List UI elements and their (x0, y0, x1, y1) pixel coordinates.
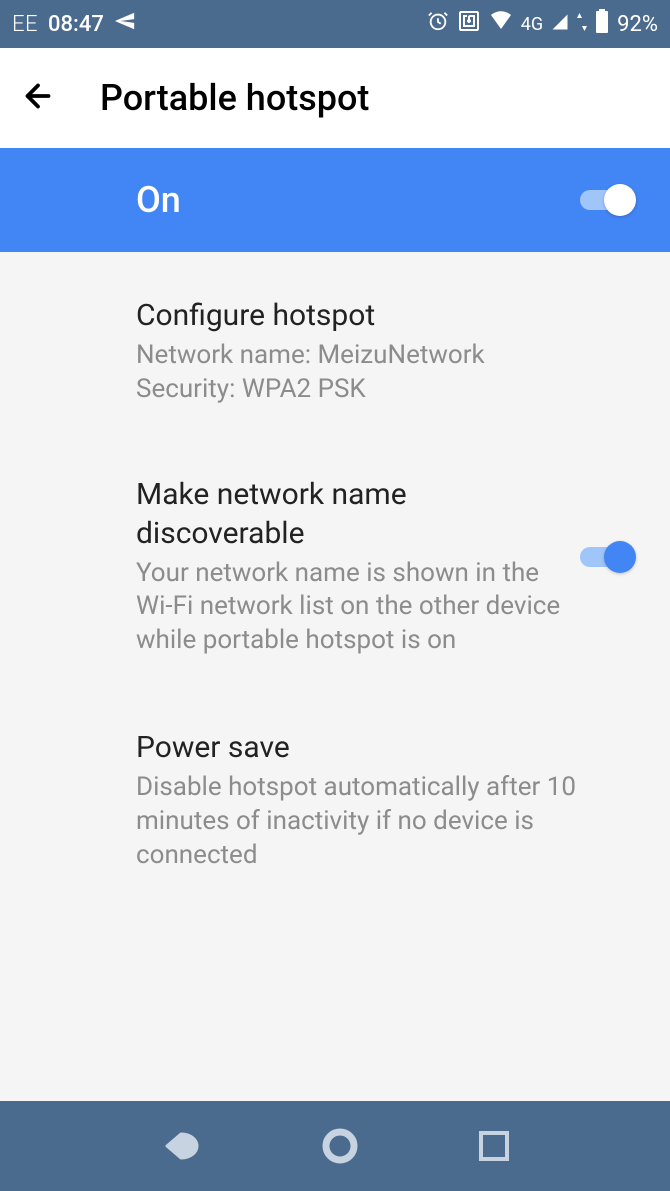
configure-hotspot-security: Security: WPA2 PSK (136, 373, 622, 407)
discoverable-item[interactable]: Make network name discoverable Your netw… (0, 419, 670, 666)
configure-hotspot-title: Configure hotspot (136, 296, 622, 335)
configure-hotspot-item[interactable]: Configure hotspot Network name: MeizuNet… (0, 260, 670, 419)
send-icon (114, 10, 136, 38)
network-label: 4G (521, 14, 543, 35)
signal-icon (551, 12, 569, 37)
nav-recent-button[interactable] (479, 1131, 509, 1161)
hotspot-master-toggle-row[interactable]: On (0, 148, 670, 252)
status-left: EE 08:47 (12, 10, 136, 38)
carrier-label: EE (12, 12, 38, 37)
hotspot-state-label: On (136, 179, 181, 221)
nav-home-button[interactable] (322, 1128, 358, 1164)
status-right: 4G 92% (427, 9, 658, 39)
power-save-item[interactable]: Power save Disable hotspot automatically… (0, 666, 670, 884)
navigation-bar (0, 1101, 670, 1191)
battery-percent: 92% (617, 12, 658, 37)
nav-back-button[interactable] (161, 1130, 201, 1162)
data-icon (577, 12, 587, 37)
page-title: Portable hotspot (100, 77, 369, 119)
alarm-icon (427, 10, 449, 38)
configure-hotspot-network-name: Network name: MeizuNetwork (136, 339, 622, 373)
clock-time: 08:47 (48, 12, 104, 37)
wifi-icon (489, 9, 513, 39)
discoverable-subtitle: Your network name is shown in the Wi-Fi … (136, 557, 564, 658)
discoverable-switch[interactable] (578, 539, 636, 575)
discoverable-title: Make network name discoverable (136, 475, 564, 553)
nfc-icon (457, 9, 481, 39)
settings-list: Configure hotspot Network name: MeizuNet… (0, 252, 670, 884)
power-save-subtitle: Disable hotspot automatically after 10 m… (136, 771, 622, 872)
hotspot-master-switch[interactable] (578, 182, 636, 218)
back-button[interactable] (20, 78, 56, 118)
battery-icon (595, 9, 609, 39)
power-save-title: Power save (136, 728, 622, 767)
app-bar: Portable hotspot (0, 48, 670, 148)
status-bar: EE 08:47 4G 92% (0, 0, 670, 48)
